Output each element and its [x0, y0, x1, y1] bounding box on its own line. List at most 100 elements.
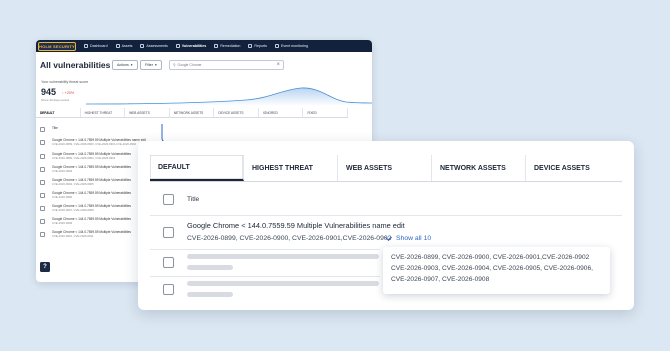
chevron-down-icon: ▾ — [155, 63, 157, 67]
select-all-checkbox[interactable] — [163, 194, 174, 205]
skeleton-line — [187, 254, 379, 259]
bg-table-header: Title — [40, 126, 58, 132]
table-row[interactable]: Google Chrome < 144.0.7559.59 Multiple V… — [40, 217, 131, 225]
row-cves: CVE-2026-0899, CVE-2026-0900, CVE-2026-0… — [52, 141, 137, 146]
bg-tab-fixed[interactable]: FIXED — [303, 108, 349, 117]
row-cves: CVE-2026-0909 — [52, 220, 73, 225]
tab-web-assets[interactable]: WEB ASSETS — [338, 155, 432, 181]
filter-label: Filter — [145, 63, 153, 67]
event-monitoring-icon — [274, 44, 279, 48]
zoomed-vulnerability-card: DEFAULT HIGHEST THREAT WEB ASSETS NETWOR… — [138, 141, 634, 310]
search-input[interactable]: ⚲ Google Chrome × — [169, 60, 284, 70]
nav-vulnerabilities-label: Vulnerabilities — [181, 44, 207, 48]
actions-label: Actions — [117, 63, 129, 67]
help-button[interactable]: ? — [40, 262, 50, 272]
table-row[interactable]: Google Chrome < 144.0.7559.59 Multiple V… — [40, 204, 131, 212]
row-checkbox[interactable] — [163, 284, 174, 295]
tab-bar: DEFAULT HIGHEST THREAT WEB ASSETS NETWOR… — [150, 155, 622, 182]
chevron-down-icon — [384, 233, 393, 241]
row-checkbox[interactable] — [40, 219, 45, 224]
row-checkbox[interactable] — [40, 154, 45, 159]
nav-assessments-label: Assessments — [146, 44, 168, 48]
skeleton-line — [187, 265, 233, 270]
table-row[interactable]: Google Chrome < 144.0.7559.59 Multiple V… — [40, 138, 146, 146]
nav-reports[interactable]: Reports — [248, 44, 267, 48]
divider — [150, 276, 380, 277]
warning-icon — [175, 44, 180, 48]
nav-vulnerabilities[interactable]: Vulnerabilities — [175, 44, 207, 48]
vulnerability-cves: CVE-2026-0899, CVE-2026-0900, CVE-2026-0… — [187, 235, 392, 242]
nav-remediation-label: Remediation — [220, 44, 241, 48]
row-cves: CVE-2026-0904, CVE-2026-0905 — [52, 181, 94, 186]
page-title: All vulnerabilities — [40, 60, 111, 70]
row-checkbox[interactable] — [40, 167, 45, 172]
bg-select-all-checkbox[interactable] — [40, 127, 45, 132]
tab-device-assets[interactable]: DEVICE ASSETS — [526, 155, 622, 181]
filter-button[interactable]: Filter ▾ — [140, 60, 162, 70]
row-cves: CVE-2026-0910, CVE-2026-0911 — [52, 233, 94, 238]
background-tabs: DEFAULT HIGHEST THREAT WEB ASSETS NETWOR… — [36, 108, 349, 118]
nav-assets-label: Assets — [121, 44, 133, 48]
tab-highest-threat[interactable]: HIGHEST THREAT — [244, 155, 338, 181]
threat-score-value: 945 — [41, 87, 57, 97]
skeleton-line — [187, 292, 233, 297]
divider — [150, 215, 622, 216]
vulnerability-title[interactable]: Google Chrome < 144.0.7559.59 Multiple V… — [187, 221, 405, 230]
remediation-icon — [214, 44, 219, 48]
reports-icon — [248, 44, 253, 48]
row-checkbox[interactable] — [40, 140, 45, 145]
show-all-cves-link[interactable]: Show all 10 — [384, 233, 432, 242]
actions-button[interactable]: Actions ▾ — [112, 60, 138, 70]
table-row[interactable]: Google Chrome < 144.0.7559.59 Multiple V… — [40, 230, 131, 238]
bg-tab-web-assets[interactable]: WEB ASSETS — [125, 108, 170, 117]
dashboard-icon — [84, 44, 88, 48]
assessments-icon — [140, 44, 145, 48]
table-row[interactable]: Google Chrome < 144.0.7559.59 Multiple V… — [40, 165, 131, 173]
row-checkbox[interactable] — [163, 227, 174, 238]
nav-dashboard[interactable]: Dashboard — [84, 44, 108, 48]
clear-search-icon[interactable]: × — [276, 62, 280, 68]
nav-reports-label: Reports — [254, 44, 267, 48]
nav-assessments[interactable]: Assessments — [140, 44, 168, 48]
row-checkbox[interactable] — [40, 180, 45, 185]
tab-network-assets[interactable]: NETWORK ASSETS — [432, 155, 526, 181]
nav-assets[interactable]: Assets — [115, 44, 133, 48]
nav-event-monitoring[interactable]: Event monitoring — [274, 44, 308, 48]
table-row[interactable]: Google Chrome < 144.0.7559.59 Multiple V… — [40, 191, 131, 199]
bg-title-header: Title — [52, 126, 58, 130]
skeleton-line — [187, 281, 379, 286]
threat-score-delta: ↑ +20% — [62, 91, 75, 95]
bg-tab-device-assets[interactable]: DEVICE ASSETS — [214, 108, 259, 117]
company-logo[interactable]: HOLM SECURITY — [38, 41, 76, 51]
threat-score-period: Since 30 days period — [41, 98, 70, 102]
row-checkbox[interactable] — [40, 232, 45, 237]
table-row[interactable]: Google Chrome < 144.0.7559.59 Multiple V… — [40, 152, 131, 160]
bg-tab-network-assets[interactable]: NETWORK ASSETS — [170, 108, 215, 117]
threat-score-label: Your vulnerability threat score — [41, 80, 89, 84]
row-cves: CVE-2026-0903 — [52, 168, 73, 173]
row-cves: CVE-2026-0906 — [52, 194, 73, 199]
row-checkbox[interactable] — [40, 193, 45, 198]
show-all-label: Show all 10 — [396, 235, 432, 242]
assets-icon — [115, 44, 120, 48]
row-checkbox[interactable] — [40, 206, 45, 211]
search-icon: ⚲ — [173, 63, 176, 67]
divider — [150, 249, 380, 250]
search-value: Google Chrome — [177, 63, 202, 67]
bg-tab-ignored[interactable]: IGNORED — [259, 108, 304, 117]
tab-default[interactable]: DEFAULT — [150, 155, 244, 181]
title-column-header: Title — [187, 196, 200, 203]
nav-dashboard-label: Dashboard — [90, 44, 108, 48]
row-cves: CVE-2026-0907, CVE-2026-0908 — [52, 207, 94, 212]
threat-score-sparkline — [86, 87, 372, 106]
nav-remediation[interactable]: Remediation — [214, 44, 240, 48]
nav-event-monitoring-label: Event monitoring — [280, 44, 308, 48]
top-navigation: HOLM SECURITY Dashboard Assets Assessmen… — [36, 40, 372, 52]
row-checkbox[interactable] — [163, 257, 174, 268]
bg-tab-highest-threat[interactable]: HIGHEST THREAT — [81, 108, 126, 117]
row-cves: CVE-2026-0899, CVE-2026-0900, CVE-2026-0… — [52, 155, 116, 160]
bg-tab-default[interactable]: DEFAULT — [36, 108, 81, 117]
cve-list-popover: CVE-2026-0899, CVE-2026-0900, CVE-2026-0… — [383, 247, 610, 294]
table-row[interactable]: Google Chrome < 144.0.7559.59 Multiple V… — [40, 178, 131, 186]
chevron-down-icon: ▾ — [130, 63, 133, 67]
